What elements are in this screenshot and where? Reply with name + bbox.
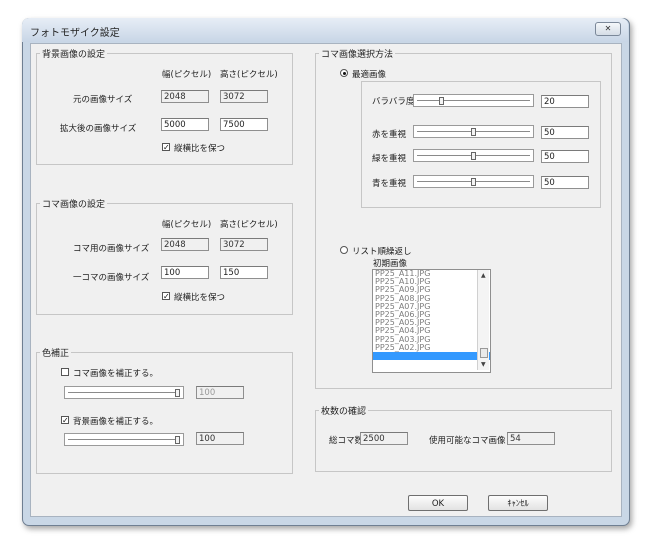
enlarged-size-label: 拡大後の画像サイズ xyxy=(60,124,137,134)
tile-correct-value: 100 xyxy=(196,386,244,399)
enlarged-height-input[interactable]: 7500 xyxy=(220,118,268,131)
tile-correct-checkbox[interactable] xyxy=(61,368,69,376)
optimal-radio[interactable] xyxy=(340,69,348,77)
bg-width-header: 幅(ピクセル) xyxy=(162,70,212,80)
count-check-legend: 枚数の確認 xyxy=(319,404,369,417)
bg-height-header: 高さ(ピクセル) xyxy=(220,70,278,80)
tile-correct-label: コマ画像を補正する。 xyxy=(73,369,159,379)
window-title: フォトモザイク設定 xyxy=(30,28,120,39)
variance-slider[interactable] xyxy=(413,94,534,107)
red-slider[interactable] xyxy=(413,125,534,138)
variance-label: バラバラ度 xyxy=(372,97,415,107)
bg-correct-checkbox[interactable]: ✓ xyxy=(61,416,69,425)
blue-value[interactable]: 50 xyxy=(541,176,589,189)
scroll-down-icon[interactable]: ▼ xyxy=(481,361,486,368)
cancel-button[interactable]: ｷｬﾝｾﾙ xyxy=(488,495,548,511)
tile-keep-ratio-label: 縦横比を保つ xyxy=(174,293,226,303)
blue-label: 青を重視 xyxy=(372,179,407,189)
usable-tiles-label: 使用可能なコマ画像 xyxy=(429,436,506,446)
green-label: 緑を重視 xyxy=(372,154,407,164)
tile-settings-legend: コマ画像の設定 xyxy=(40,197,108,210)
per-tile-size-label: 一コマの画像サイズ xyxy=(73,273,150,283)
background-settings-legend: 背景画像の設定 xyxy=(40,47,108,60)
tile-width-header: 幅(ピクセル) xyxy=(162,220,212,230)
scroll-up-icon[interactable]: ▲ xyxy=(481,272,486,279)
variance-value[interactable]: 20 xyxy=(541,95,589,108)
bg-correct-label: 背景画像を補正する。 xyxy=(73,417,159,427)
original-height-field: 3072 xyxy=(220,90,268,103)
per-tile-height-input[interactable]: 150 xyxy=(220,266,268,279)
red-value[interactable]: 50 xyxy=(541,126,589,139)
selection-method-legend: コマ画像選択方法 xyxy=(319,47,396,60)
tile-size-label: コマ用の画像サイズ xyxy=(73,244,150,254)
tile-height-header: 高さ(ピクセル) xyxy=(220,220,278,230)
scroll-thumb[interactable] xyxy=(480,348,488,358)
red-label: 赤を重視 xyxy=(372,130,407,140)
list-repeat-label: リスト順繰返し xyxy=(352,247,412,257)
green-slider[interactable] xyxy=(413,149,534,162)
tile-correct-slider[interactable] xyxy=(64,386,184,399)
tile-keep-ratio-checkbox[interactable]: ✓ xyxy=(162,292,170,301)
color-correction-legend: 色補正 xyxy=(40,346,72,359)
list-item-selected[interactable] xyxy=(373,351,490,360)
usable-tiles-field: 54 xyxy=(507,432,555,445)
original-size-label: 元の画像サイズ xyxy=(73,95,133,105)
optimal-label: 最適画像 xyxy=(352,70,387,80)
original-width-field: 2048 xyxy=(161,90,209,103)
bg-keep-ratio-checkbox[interactable]: ✓ xyxy=(162,143,170,152)
list-repeat-radio[interactable] xyxy=(340,246,348,254)
bg-keep-ratio-label: 縦横比を保つ xyxy=(174,144,226,154)
list-item[interactable]: PP25_A02.JPG xyxy=(373,343,490,352)
bg-correct-slider[interactable] xyxy=(64,433,184,446)
total-tiles-field: 2500 xyxy=(360,432,408,445)
close-button[interactable]: ✕ xyxy=(595,22,621,36)
initial-image-listbox[interactable]: PP25_A11.JPG PP25_A10.JPG PP25_A09.JPG PP25… xyxy=(372,269,491,373)
list-items: PP25_A11.JPG PP25_A10.JPG PP25_A09.JPG PP25… xyxy=(373,270,490,360)
green-value[interactable]: 50 xyxy=(541,150,589,163)
enlarged-width-input[interactable]: 5000 xyxy=(161,118,209,131)
tile-height-field: 3072 xyxy=(220,238,268,251)
tile-width-field: 2048 xyxy=(161,238,209,251)
listbox-scrollbar[interactable]: ▲ ▼ xyxy=(477,270,489,370)
ok-button[interactable]: OK xyxy=(408,495,468,511)
per-tile-width-input[interactable]: 100 xyxy=(161,266,209,279)
initial-image-label: 初期画像 xyxy=(373,259,408,269)
blue-slider[interactable] xyxy=(413,175,534,188)
total-tiles-label: 総コマ数 xyxy=(329,436,364,446)
bg-correct-value: 100 xyxy=(196,432,244,445)
